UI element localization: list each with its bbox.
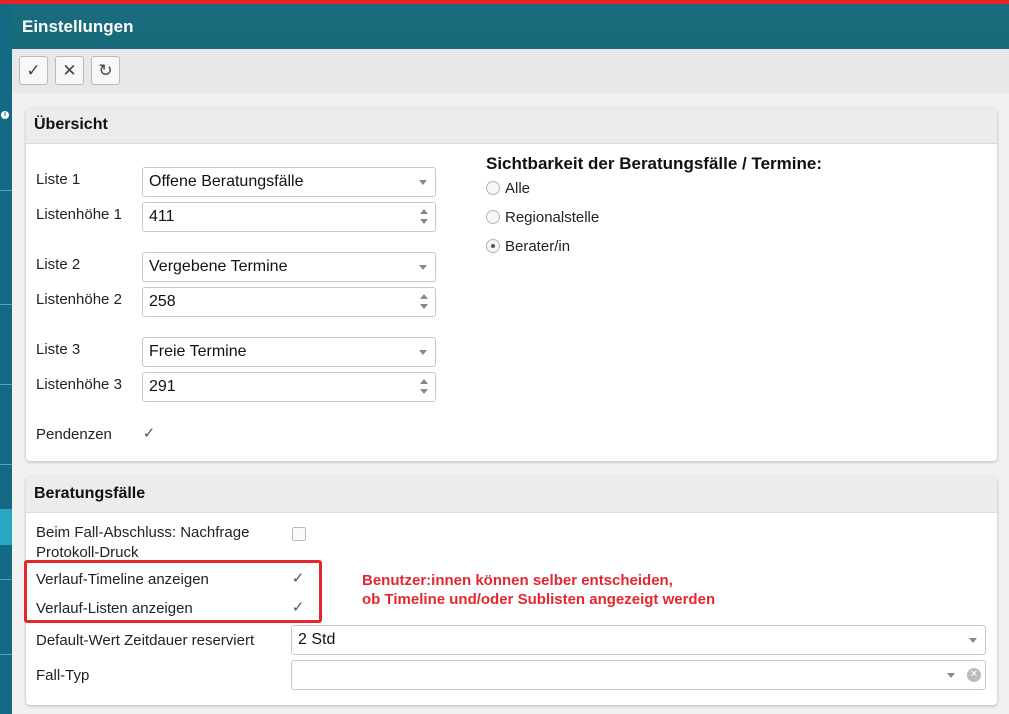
sidebar-divider	[0, 579, 12, 580]
chevron-down-icon	[419, 265, 427, 270]
sidebar: i	[0, 4, 12, 714]
refresh-button[interactable]: ↻	[91, 56, 120, 85]
stepper-icon[interactable]	[420, 208, 428, 226]
save-button[interactable]: ✓	[19, 56, 48, 85]
falltyp-select[interactable]: ✕	[291, 660, 986, 690]
stepper-icon[interactable]	[420, 378, 428, 396]
radio-berater[interactable]	[486, 239, 500, 253]
sidebar-item-active[interactable]	[0, 509, 12, 545]
stepper-icon[interactable]	[420, 293, 428, 311]
liste3-value: Freie Termine	[149, 343, 247, 360]
liste2-select[interactable]: Vergebene Termine	[142, 252, 436, 282]
sidebar-divider	[0, 190, 12, 191]
liste1-label: Liste 1	[36, 171, 81, 188]
listenhoehe3-value: 291	[149, 378, 176, 395]
annotation-line2: ob Timeline und/oder Sublisten angezeigt…	[362, 591, 716, 608]
listenhoehe1-label: Listenhöhe 1	[36, 206, 122, 223]
pendenzen-label: Pendenzen	[36, 426, 112, 443]
liste3-select[interactable]: Freie Termine	[142, 337, 436, 367]
clear-icon[interactable]: ✕	[967, 668, 981, 682]
cancel-button[interactable]: ✕	[55, 56, 84, 85]
uebersicht-panel: Übersicht Liste 1 Offene Beratungsfälle …	[26, 108, 997, 461]
chevron-down-icon	[419, 180, 427, 185]
liste2-value: Vergebene Termine	[149, 258, 288, 275]
abschluss-checkbox[interactable]	[292, 527, 306, 541]
sidebar-divider	[0, 384, 12, 385]
sidebar-divider	[0, 464, 12, 465]
abschluss-label-line2: Protokoll-Druck	[36, 544, 139, 561]
radio-regionalstelle-label: Regionalstelle	[505, 209, 600, 226]
refresh-icon: ↻	[98, 61, 113, 80]
close-icon: ✕	[62, 61, 77, 80]
title-bar: Einstellungen	[12, 4, 1009, 49]
zeitdauer-value: 2 Std	[298, 631, 336, 648]
listenhoehe3-input[interactable]: 291	[142, 372, 436, 402]
chevron-down-icon	[419, 350, 427, 355]
toolbar: ✓ ✕ ↻	[12, 49, 1009, 93]
listenhoehe2-value: 258	[149, 293, 176, 310]
radio-berater-label: Berater/in	[505, 238, 571, 255]
pendenzen-checkbox[interactable]: ✓	[142, 426, 156, 441]
sidebar-divider	[0, 654, 12, 655]
liste1-select[interactable]: Offene Beratungsfälle	[142, 167, 436, 197]
sichtbarkeit-title: Sichtbarkeit der Beratungsfälle / Termin…	[486, 154, 822, 173]
listenhoehe3-label: Listenhöhe 3	[36, 376, 122, 393]
falltyp-label: Fall-Typ	[36, 667, 90, 684]
check-icon: ✓	[26, 61, 41, 80]
radio-alle-label: Alle	[505, 180, 531, 197]
chevron-down-icon	[947, 673, 955, 678]
radio-alle[interactable]	[486, 181, 500, 195]
zeitdauer-label: Default-Wert Zeitdauer reserviert	[36, 632, 255, 649]
annotation-line1: Benutzer:innen können selber entscheiden…	[362, 572, 673, 589]
panel-title: Beratungsfälle	[26, 477, 997, 513]
radio-regionalstelle[interactable]	[486, 210, 500, 224]
liste1-value: Offene Beratungsfälle	[149, 173, 304, 190]
listenhoehe2-input[interactable]: 258	[142, 287, 436, 317]
info-icon[interactable]: i	[1, 111, 9, 119]
liste3-label: Liste 3	[36, 341, 81, 358]
panel-title: Übersicht	[26, 108, 997, 144]
annotation-highlight-box	[24, 560, 322, 623]
sidebar-divider	[0, 304, 12, 305]
zeitdauer-select[interactable]: 2 Std	[291, 625, 986, 655]
page-title: Einstellungen	[22, 17, 134, 36]
listenhoehe1-value: 411	[149, 208, 175, 225]
listenhoehe1-input[interactable]: 411	[142, 202, 436, 232]
abschluss-label-line1: Beim Fall-Abschluss: Nachfrage	[36, 524, 250, 541]
listenhoehe2-label: Listenhöhe 2	[36, 291, 122, 308]
chevron-down-icon	[969, 638, 977, 643]
liste2-label: Liste 2	[36, 256, 81, 273]
